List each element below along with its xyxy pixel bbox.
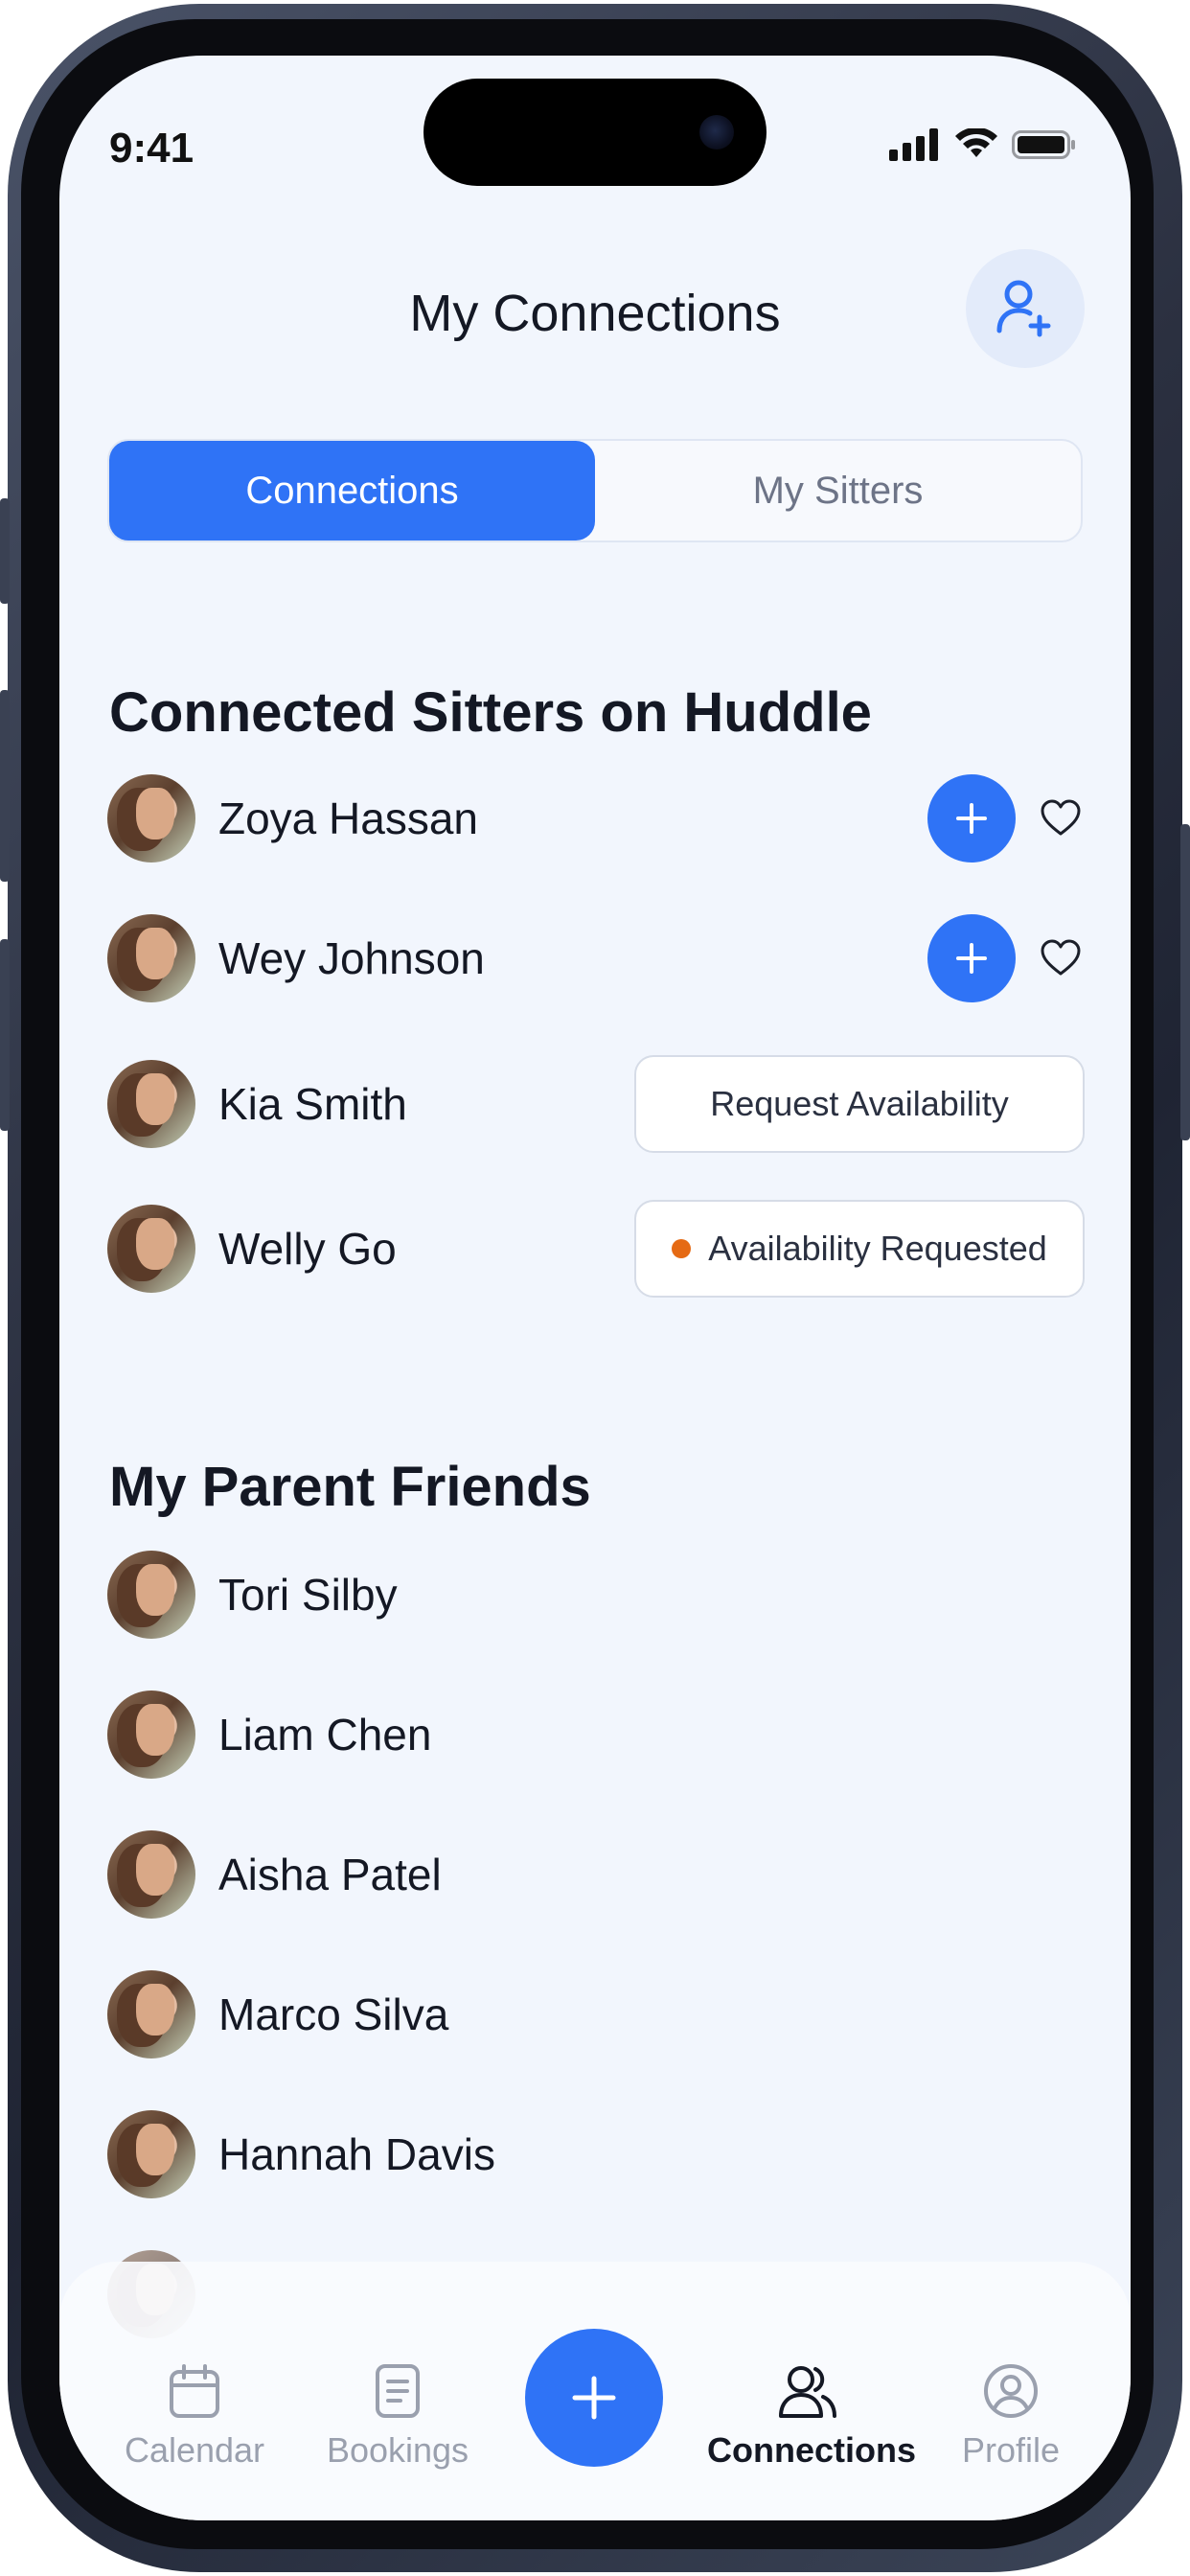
sitter-name: Kia Smith (218, 1079, 407, 1129)
status-dot (672, 1239, 692, 1258)
status-time: 9:41 (109, 125, 195, 172)
friend-name: Marco Silva (218, 1990, 449, 2039)
side-button (1180, 824, 1190, 1140)
friend-row[interactable]: Tori Silby (107, 1547, 1085, 1643)
tab-connections[interactable]: Connections (109, 441, 595, 540)
nav-profile[interactable]: Profile (910, 2358, 1111, 2471)
heart-icon (1041, 799, 1081, 836)
friend-name: Liam Chen (218, 1710, 432, 1760)
sitter-row[interactable]: Wey Johnson (107, 910, 1085, 1006)
calendar-icon (170, 2364, 219, 2418)
add-sitter-button[interactable] (927, 914, 1016, 1002)
avatar (107, 774, 195, 862)
camera-icon (699, 115, 734, 150)
friend-name: Hannah Davis (218, 2129, 495, 2179)
sitter-row[interactable]: Kia Smith Request Availability (107, 1055, 1085, 1153)
sitters-section-title: Connected Sitters on Huddle (109, 681, 872, 744)
add-person-icon (996, 280, 1051, 337)
action-button (0, 498, 10, 604)
friend-name: Aisha Patel (218, 1850, 442, 1899)
avatar (107, 1970, 195, 2058)
friends-section-title: My Parent Friends (109, 1456, 591, 1518)
sitter-name: Welly Go (218, 1224, 397, 1274)
avatar (107, 1551, 195, 1639)
avatar (107, 1205, 195, 1293)
avatar (107, 2110, 195, 2198)
add-connection-button[interactable] (966, 249, 1085, 368)
friend-row[interactable]: Aisha Patel (107, 1827, 1085, 1922)
dynamic-island (423, 79, 767, 186)
signal-icon (889, 128, 938, 161)
nav-connections[interactable]: Connections (707, 2358, 917, 2471)
sitter-row[interactable]: Zoya Hassan (107, 770, 1085, 866)
plus-icon (956, 943, 987, 974)
friend-row[interactable]: Liam Chen (107, 1687, 1085, 1782)
availability-requested-button[interactable]: Availability Requested (634, 1200, 1085, 1298)
battery-icon (1012, 130, 1075, 159)
friend-name: Tori Silby (218, 1570, 398, 1620)
user-circle-icon (984, 2364, 1038, 2418)
avatar (107, 914, 195, 1002)
availability-requested-label: Availability Requested (708, 1229, 1047, 1268)
nav-calendar-label: Calendar (124, 2430, 265, 2470)
request-availability-label: Request Availability (710, 1084, 1009, 1123)
avatar (107, 1690, 195, 1779)
favorite-button[interactable] (1037, 934, 1085, 982)
volume-down-button (0, 939, 10, 1131)
nav-calendar[interactable]: Calendar (94, 2358, 295, 2471)
request-availability-button[interactable]: Request Availability (634, 1055, 1085, 1153)
segmented-control: Connections My Sitters (107, 439, 1083, 542)
heart-icon (1041, 939, 1081, 976)
create-fab-button[interactable] (525, 2329, 663, 2467)
nav-profile-label: Profile (961, 2430, 1061, 2470)
plus-icon (572, 2376, 616, 2420)
people-icon (779, 2366, 836, 2418)
nav-connections-label: Connections (707, 2430, 917, 2470)
sitter-name: Zoya Hassan (218, 794, 479, 843)
plus-icon (956, 803, 987, 834)
avatar (107, 1060, 195, 1148)
nav-bookings-label: Bookings (326, 2430, 469, 2470)
favorite-button[interactable] (1037, 794, 1085, 842)
friend-row[interactable]: Hannah Davis (107, 2106, 1085, 2202)
sitter-name: Wey Johnson (218, 933, 485, 983)
screen: 9:41 My Connections Connections My Sitte… (59, 56, 1131, 2520)
document-icon (376, 2364, 420, 2418)
volume-up-button (0, 690, 10, 882)
avatar (107, 1830, 195, 1919)
status-icons (889, 128, 1077, 161)
wifi-icon (955, 128, 997, 157)
tab-my-sitters[interactable]: My Sitters (595, 441, 1081, 540)
nav-bookings[interactable]: Bookings (297, 2358, 498, 2471)
sitter-row[interactable]: Welly Go Availability Requested (107, 1200, 1085, 1298)
add-sitter-button[interactable] (927, 774, 1016, 862)
friend-row[interactable]: Marco Silva (107, 1966, 1085, 2062)
